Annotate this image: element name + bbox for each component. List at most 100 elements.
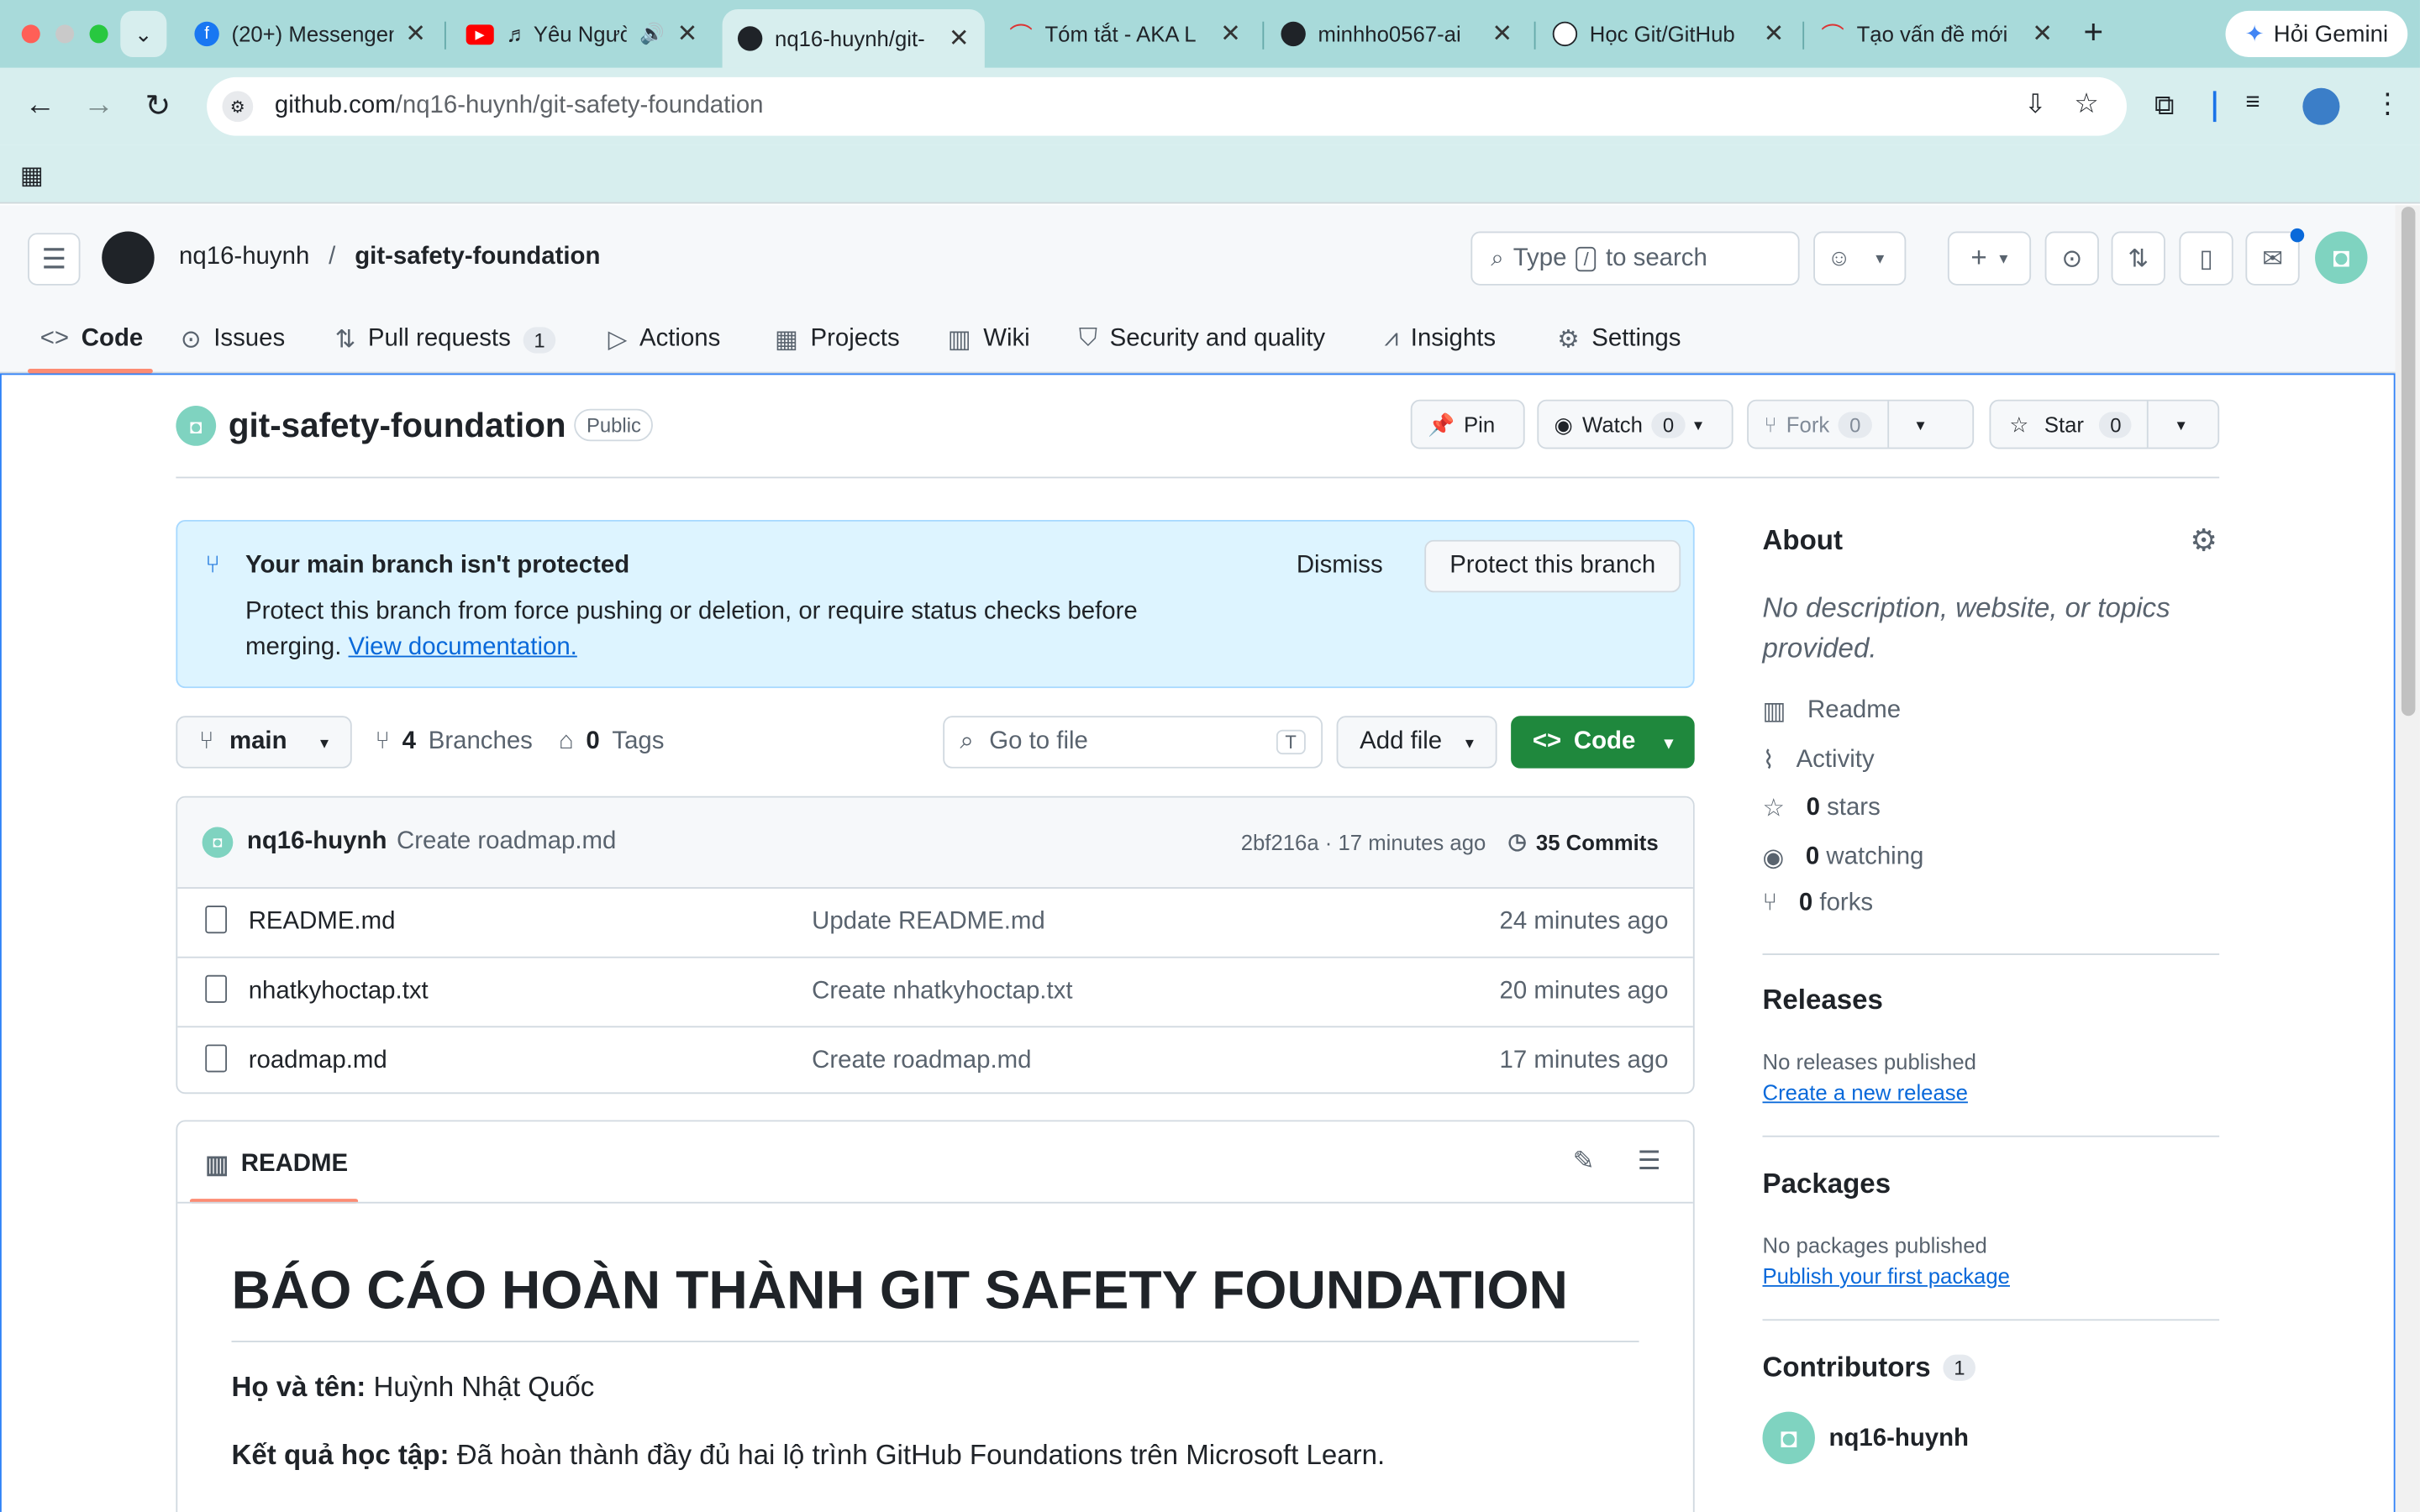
gemini-button[interactable]: ✦ Hỏi Gemini: [2225, 10, 2408, 57]
browser-tab-github-2[interactable]: minhho0567-ai ✕: [1265, 9, 1528, 59]
chrome-menu-icon[interactable]: ⋮: [2374, 88, 2402, 121]
copilot-button[interactable]: ☺ ▾: [1813, 231, 1907, 286]
gear-icon[interactable]: ⚙: [2190, 522, 2217, 560]
bookmark-star-icon[interactable]: ☆: [2074, 88, 2099, 121]
activity-link[interactable]: ⌇ Activity: [1763, 745, 1875, 776]
file-commit-message[interactable]: Update README.md: [812, 909, 1045, 937]
address-bar[interactable]: ⚙ github.com/nq16-huynh/git-safety-found…: [207, 76, 2127, 136]
scrollbar-thumb[interactable]: [2401, 207, 2416, 717]
minimize-window-button[interactable]: [55, 24, 75, 44]
global-search-input[interactable]: ⌕ Type / to search: [1470, 231, 1800, 286]
contributor-name[interactable]: nq16-huynh: [1828, 1425, 1969, 1453]
pin-button[interactable]: 📌 Pin: [1410, 399, 1525, 449]
file-name[interactable]: roadmap.md: [249, 1047, 387, 1075]
tab-wiki[interactable]: ▥ Wiki: [948, 306, 1030, 374]
dismiss-button[interactable]: Dismiss: [1297, 553, 1383, 580]
tags-link[interactable]: ⌂ 0 Tags: [559, 728, 665, 756]
branch-selector[interactable]: ⑂ main ▾: [176, 716, 352, 769]
browser-tab-chatgpt[interactable]: Học Git/GitHub ✕: [1537, 9, 1799, 59]
install-icon[interactable]: ⇩: [2024, 90, 2046, 121]
create-new-button[interactable]: + ▾: [1947, 231, 2032, 286]
go-to-file-input[interactable]: ⌕ Go to file T: [943, 716, 1323, 769]
contributors-heading[interactable]: Contributors 1: [1763, 1352, 1976, 1384]
repo-title[interactable]: git-safety-foundation: [229, 406, 566, 446]
browser-tab-aka-2[interactable]: ⌒ Tạo vấn đề mới ✕: [1806, 9, 2068, 59]
commit-author[interactable]: nq16-huynh: [247, 828, 387, 856]
media-controls-icon[interactable]: ≡: [2245, 90, 2260, 118]
reload-icon[interactable]: ↻: [145, 87, 171, 125]
browser-tab-messenger[interactable]: f (20+) Messenger ✕: [179, 9, 441, 59]
protect-branch-button[interactable]: Protect this branch: [1424, 539, 1681, 593]
watch-button[interactable]: ◉ Watch 0 ▾: [1537, 399, 1733, 449]
close-icon[interactable]: ✕: [2032, 18, 2053, 50]
repo-link[interactable]: git-safety-foundation: [355, 244, 600, 270]
speaker-icon[interactable]: 🔊: [639, 22, 665, 46]
commits-link[interactable]: ◷ 35 Commits: [1507, 828, 1658, 854]
file-commit-message[interactable]: Create nhatkyhoctap.txt: [812, 978, 1072, 1005]
tab-code[interactable]: <> Code: [40, 306, 143, 374]
commit-sha-time[interactable]: 2bf216a · 17 minutes ago: [1241, 830, 1486, 854]
watching-link[interactable]: ◉ 0 watching: [1763, 843, 1924, 874]
branches-link[interactable]: ⑂ 4 Branches: [375, 728, 533, 756]
close-icon[interactable]: ✕: [1491, 18, 1512, 50]
browser-tab-youtube[interactable]: ▶ ♬ Yêu Người 🔊 ✕: [450, 9, 713, 59]
table-row[interactable]: roadmap.md Create roadmap.md 17 minutes ag…: [177, 1026, 1693, 1092]
tab-settings[interactable]: ⚙ Settings: [1557, 306, 1681, 374]
extensions-icon[interactable]: ⧉: [2154, 90, 2175, 123]
close-icon[interactable]: ✕: [405, 18, 426, 50]
add-file-button[interactable]: Add file ▾: [1336, 716, 1497, 769]
chevron-down-icon[interactable]: ▾: [2177, 414, 2186, 434]
apps-grid-icon[interactable]: ▦: [20, 160, 44, 192]
releases-heading[interactable]: Releases: [1763, 984, 1883, 1017]
close-window-button[interactable]: [21, 24, 40, 44]
maximize-window-button[interactable]: [89, 24, 108, 44]
tab-insights[interactable]: ⩘ Insights: [1385, 306, 1497, 374]
author-avatar[interactable]: ◘: [202, 827, 234, 858]
contributor-avatar[interactable]: ◘: [1762, 1411, 1815, 1465]
stars-link[interactable]: ☆ 0 stars: [1763, 793, 1881, 824]
issues-icon[interactable]: ⊙: [2044, 231, 2099, 286]
code-dropdown-button[interactable]: <> Code ▾: [1511, 716, 1695, 769]
outline-list-icon[interactable]: ☰: [1638, 1147, 1661, 1178]
readme-tab[interactable]: ▥ README: [205, 1149, 348, 1180]
file-commit-message[interactable]: Create roadmap.md: [812, 1047, 1031, 1075]
repositories-icon[interactable]: ▯: [2179, 231, 2233, 286]
packages-heading[interactable]: Packages: [1763, 1168, 1891, 1200]
close-icon[interactable]: ✕: [949, 24, 970, 55]
profile-avatar[interactable]: [2302, 87, 2340, 125]
fork-button[interactable]: ⑂ Fork 0 ▾: [1747, 399, 1975, 449]
site-info-icon[interactable]: ⚙: [222, 91, 254, 123]
tab-search-icon[interactable]: ⌄: [120, 10, 167, 57]
file-name[interactable]: README.md: [249, 909, 396, 937]
tab-pull-requests[interactable]: ⇅ Pull requests 1: [335, 306, 556, 374]
forks-link[interactable]: ⑂ 0 forks: [1763, 890, 1874, 918]
close-icon[interactable]: ✕: [1220, 18, 1241, 50]
edit-pencil-icon[interactable]: ✎: [1573, 1147, 1595, 1178]
back-icon[interactable]: ←: [24, 88, 55, 123]
tab-security[interactable]: ⛉ Security and quality: [1079, 306, 1325, 374]
hamburger-menu-icon[interactable]: ☰: [28, 233, 81, 286]
tab-actions[interactable]: ▷ Actions: [608, 306, 721, 374]
readme-link[interactable]: ▥ Readme: [1763, 696, 1902, 727]
publish-package-link[interactable]: Publish your first package: [1763, 1263, 2010, 1288]
create-release-link[interactable]: Create a new release: [1763, 1080, 1968, 1105]
user-avatar[interactable]: ◘: [2315, 231, 2368, 284]
tab-projects[interactable]: ▦ Projects: [775, 306, 900, 374]
close-icon[interactable]: ✕: [677, 18, 698, 50]
commit-message[interactable]: Create roadmap.md: [397, 828, 616, 856]
tab-issues[interactable]: ⊙ Issues: [181, 306, 285, 374]
browser-tab-aka[interactable]: ⌒ Tóm tắt - AKA L ✕: [994, 9, 1256, 59]
chevron-down-icon[interactable]: ▾: [1917, 414, 1925, 434]
new-tab-button[interactable]: +: [2084, 14, 2104, 49]
table-row[interactable]: nhatkyhoctap.txt Create nhatkyhoctap.txt 2…: [177, 956, 1693, 1026]
pull-requests-icon[interactable]: ⇅: [2111, 231, 2165, 286]
file-name[interactable]: nhatkyhoctap.txt: [249, 978, 429, 1005]
close-icon[interactable]: ✕: [1764, 18, 1785, 50]
chevron-down-icon[interactable]: ▾: [1876, 249, 1884, 269]
view-documentation-link[interactable]: View documentation.: [349, 634, 577, 660]
star-button[interactable]: ☆ Star 0 ▾: [1989, 399, 2220, 449]
browser-tab-github-active[interactable]: nq16-huynh/git- ✕: [722, 9, 985, 68]
owner-link[interactable]: nq16-huynh: [179, 244, 309, 270]
forward-icon[interactable]: →: [83, 88, 114, 123]
github-logo-icon[interactable]: [102, 231, 155, 284]
